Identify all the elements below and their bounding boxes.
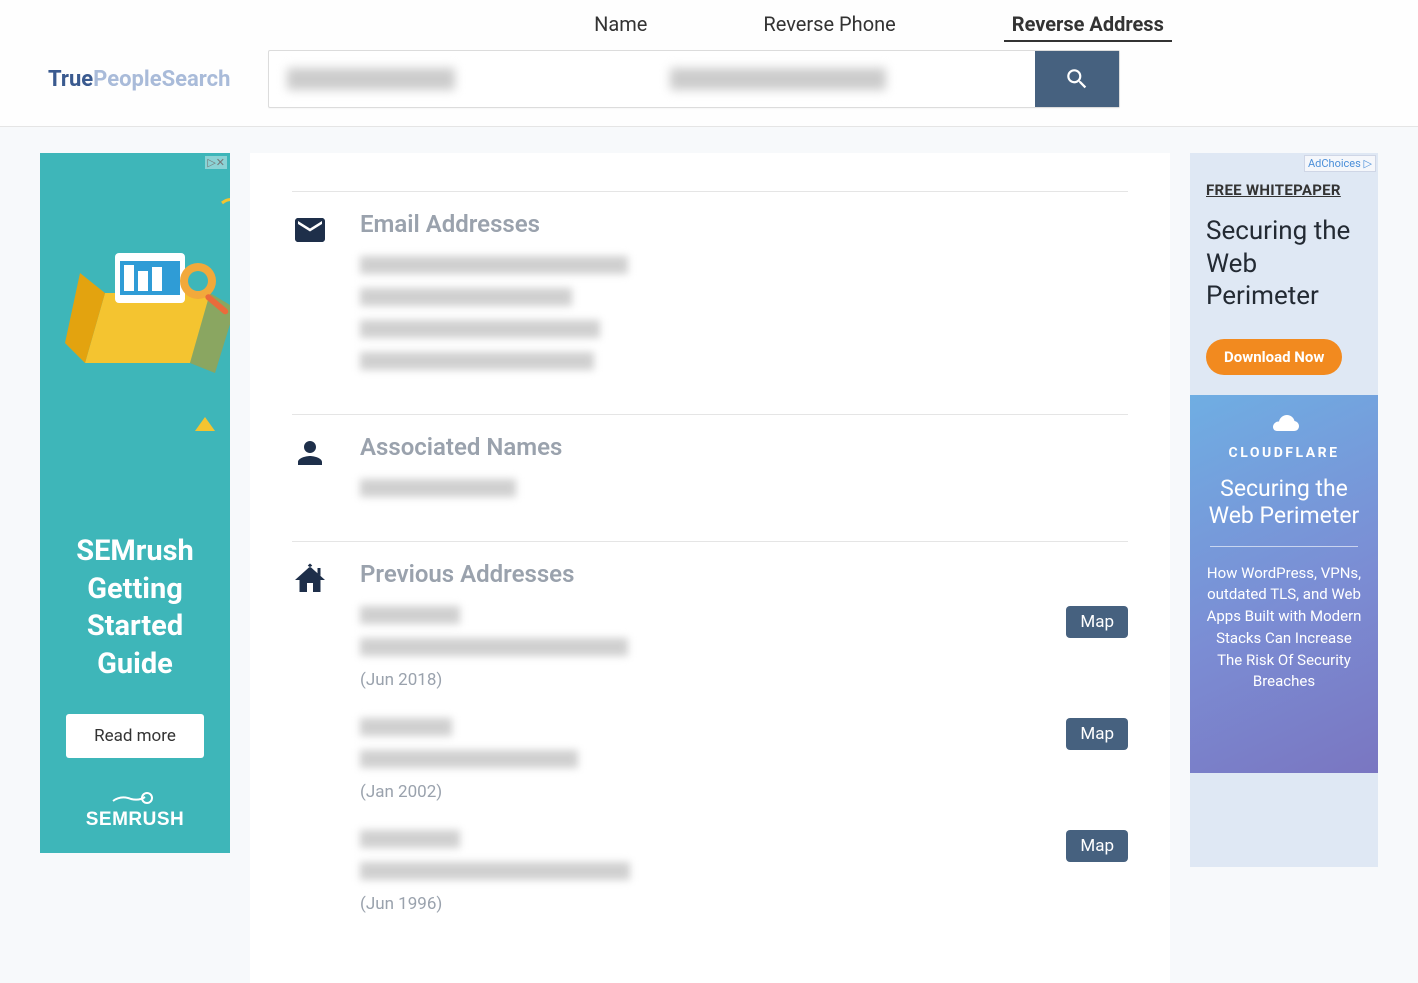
ad-right-description: How WordPress, VPNs, outdated TLS, and W… [1204, 563, 1364, 694]
search-icon [1064, 66, 1090, 92]
map-button[interactable]: Map [1066, 606, 1128, 638]
address-date: (Jun 2018) [360, 670, 1066, 690]
house-icon [292, 560, 332, 914]
redacted-address-line [360, 830, 460, 848]
whitepaper-label: FREE WHITEPAPER [1206, 181, 1362, 199]
tab-reverse-address[interactable]: Reverse Address [1004, 8, 1172, 42]
address-item: (Jun 2018) Map [360, 606, 1128, 690]
redacted-email [360, 320, 600, 338]
search-city-input[interactable] [652, 51, 1035, 107]
redacted-address-line [360, 862, 630, 880]
redacted-street-value [287, 68, 455, 90]
ad-right-bottom: CLOUDFLARE Securing the Web Perimeter Ho… [1190, 395, 1378, 773]
search-street-input[interactable] [269, 51, 652, 107]
ad-right-top: FREE WHITEPAPER Securing the Web Perimet… [1190, 153, 1378, 395]
redacted-email [360, 352, 594, 370]
adchoices-badge[interactable]: AdChoices ▷ [1304, 155, 1376, 172]
names-title: Associated Names [360, 433, 1128, 461]
nav-tabs: Name Reverse Phone Reverse Address [0, 0, 1418, 50]
section-names: Associated Names [292, 414, 1128, 541]
redacted-city-value [670, 68, 886, 90]
logo-part1: True [48, 67, 93, 92]
ad-right-cta-button[interactable]: Download Now [1206, 339, 1342, 375]
ad-left-cta-button[interactable]: Read more [66, 714, 204, 758]
ad-right-bottom-title: Securing the Web Perimeter [1204, 475, 1364, 530]
envelope-icon [292, 210, 332, 384]
search-form [268, 50, 1120, 108]
address-item: (Jan 2002) Map [360, 718, 1128, 802]
logo-part2: PeopleSearch [93, 67, 230, 92]
map-button[interactable]: Map [1066, 830, 1128, 862]
ad-right-sidebar[interactable]: AdChoices ▷ FREE WHITEPAPER Securing the… [1190, 153, 1378, 867]
tab-name[interactable]: Name [586, 8, 655, 42]
map-button[interactable]: Map [1066, 718, 1128, 750]
addresses-title: Previous Addresses [360, 560, 1128, 588]
redacted-address-line [360, 606, 460, 624]
cloud-icon [1204, 413, 1364, 439]
section-emails: Email Addresses [292, 191, 1128, 414]
redacted-name [360, 479, 516, 497]
redacted-email [360, 256, 628, 274]
address-date: (Jan 2002) [360, 782, 1066, 802]
address-date: (Jun 1996) [360, 894, 1066, 914]
site-logo[interactable]: TruePeopleSearch [48, 67, 230, 92]
redacted-address-line [360, 718, 452, 736]
ad-left-brand: SEMRUSH [40, 787, 230, 831]
emails-title: Email Addresses [360, 210, 1128, 238]
person-icon [292, 433, 332, 511]
main-content-card: Email Addresses Associated Names Previou… [250, 153, 1170, 983]
semrush-flame-icon [111, 787, 153, 809]
redacted-address-line [360, 750, 578, 768]
header: Name Reverse Phone Reverse Address TrueP… [0, 0, 1418, 127]
divider [1210, 546, 1358, 547]
ad-left-title: SEMrush Getting Started Guide [40, 533, 230, 684]
ad-illustration [40, 153, 230, 433]
address-item: (Jun 1996) Map [360, 830, 1128, 914]
ad-left-sidebar[interactable]: ▷✕ SEMrush Getting Started Guide Read mo… [40, 153, 230, 853]
redacted-address-line [360, 638, 628, 656]
tab-reverse-phone[interactable]: Reverse Phone [755, 8, 903, 42]
redacted-email [360, 288, 572, 306]
search-button[interactable] [1035, 51, 1119, 107]
cloudflare-brand: CLOUDFLARE [1204, 445, 1364, 461]
search-row: TruePeopleSearch [0, 50, 1418, 108]
ad-info-badge[interactable]: ▷✕ [205, 156, 227, 169]
page-body: ▷✕ SEMrush Getting Started Guide Read mo… [0, 127, 1418, 983]
section-addresses: Previous Addresses (Jun 2018) Map (Jan 2… [292, 541, 1128, 944]
ad-right-title: Securing the Web Perimeter [1206, 215, 1362, 313]
